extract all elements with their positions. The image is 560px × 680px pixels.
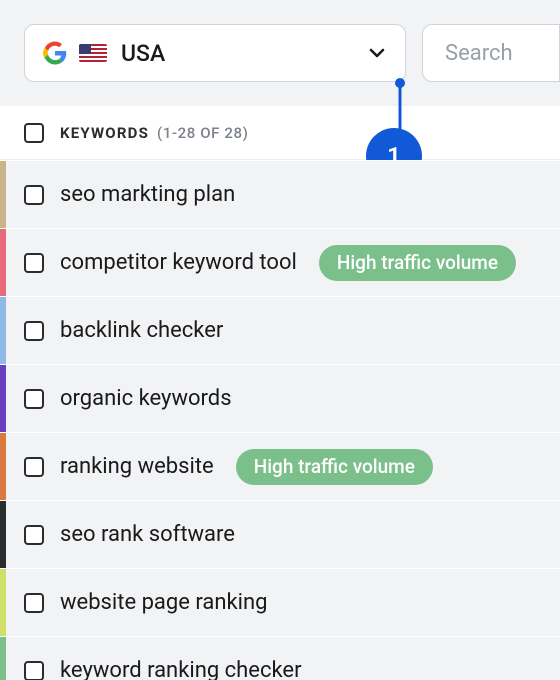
search-input[interactable]: Search bbox=[422, 24, 560, 82]
list-title: KEYWORDS bbox=[60, 124, 149, 142]
keyword-row[interactable]: website page ranking bbox=[0, 568, 560, 636]
keyword-text: seo rank software bbox=[60, 522, 235, 547]
keyword-row[interactable]: competitor keyword tool High traffic volu… bbox=[0, 228, 560, 296]
row-checkbox[interactable] bbox=[24, 321, 44, 341]
row-checkbox[interactable] bbox=[24, 389, 44, 409]
region-label: USA bbox=[121, 40, 165, 67]
keyword-text: seo markting plan bbox=[60, 182, 235, 207]
keyword-text: website page ranking bbox=[60, 590, 268, 615]
traffic-badge: High traffic volume bbox=[319, 245, 516, 281]
keyword-row[interactable]: ranking website High traffic volume bbox=[0, 432, 560, 500]
keyword-row[interactable]: seo markting plan bbox=[0, 160, 560, 228]
row-checkbox[interactable] bbox=[24, 661, 44, 680]
keyword-row[interactable]: keyword ranking checker bbox=[0, 636, 560, 680]
chevron-down-icon bbox=[367, 43, 387, 63]
row-checkbox[interactable] bbox=[24, 457, 44, 477]
google-icon bbox=[43, 41, 67, 65]
list-count: (1-28 OF 28) bbox=[157, 124, 248, 142]
row-checkbox[interactable] bbox=[24, 525, 44, 545]
region-select[interactable]: USA bbox=[24, 24, 406, 82]
search-placeholder: Search bbox=[445, 41, 513, 66]
keyword-row[interactable]: seo rank software bbox=[0, 500, 560, 568]
row-checkbox[interactable] bbox=[24, 593, 44, 613]
traffic-badge: High traffic volume bbox=[236, 449, 433, 485]
keyword-row[interactable]: organic keywords bbox=[0, 364, 560, 432]
keyword-text: backlink checker bbox=[60, 318, 223, 343]
list-header: KEYWORDS (1-28 OF 28) bbox=[0, 106, 560, 160]
keyword-text: keyword ranking checker bbox=[60, 658, 302, 680]
row-checkbox[interactable] bbox=[24, 185, 44, 205]
keyword-row[interactable]: backlink checker bbox=[0, 296, 560, 364]
keyword-text: ranking website bbox=[60, 454, 214, 479]
select-all-checkbox[interactable] bbox=[24, 123, 44, 143]
usa-flag-icon bbox=[79, 44, 107, 62]
row-checkbox[interactable] bbox=[24, 253, 44, 273]
keyword-text: organic keywords bbox=[60, 386, 232, 411]
keyword-text: competitor keyword tool bbox=[60, 250, 297, 275]
